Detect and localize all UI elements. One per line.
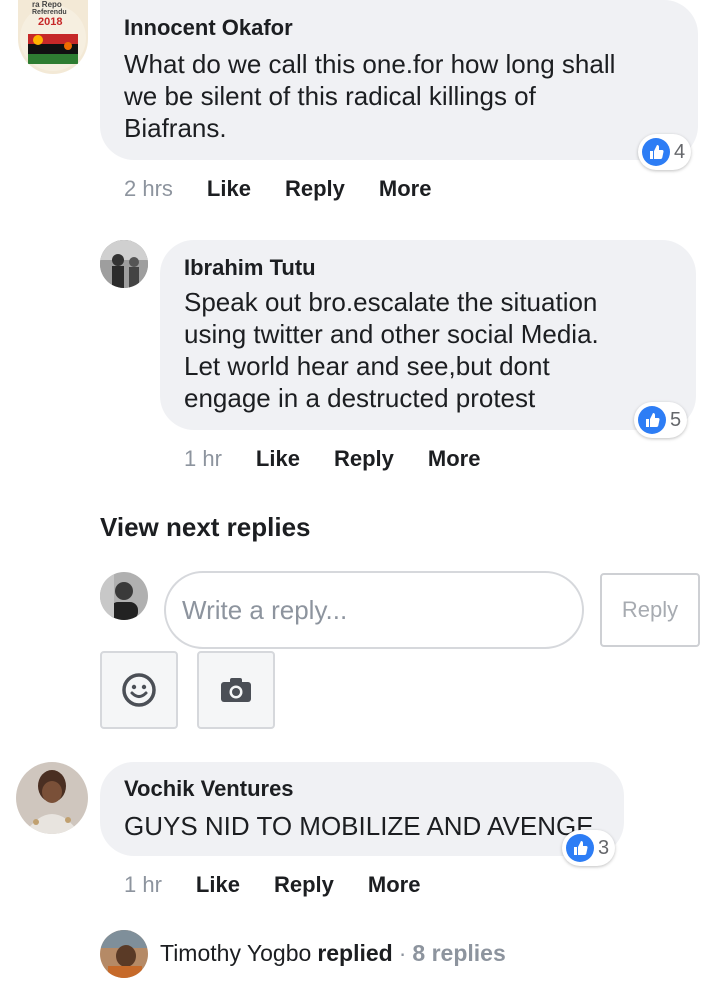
avatar-logo-text-1: ra Repo: [32, 0, 62, 9]
camera-button[interactable]: [197, 651, 275, 729]
like-button[interactable]: Like: [207, 176, 251, 202]
reaction-count: 3: [598, 836, 610, 859]
reaction-badge[interactable]: 3: [562, 830, 616, 866]
timestamp[interactable]: 1 hr: [124, 872, 162, 898]
comment-text: Speak out bro.escalate the situation usi…: [184, 287, 599, 413]
emoji-icon: [122, 673, 156, 707]
comment-author[interactable]: Vochik Ventures: [124, 776, 294, 802]
reply-button[interactable]: Reply: [274, 872, 334, 898]
reply-button[interactable]: Reply: [285, 176, 345, 202]
comment-author[interactable]: Ibrahim Tutu: [184, 255, 316, 281]
timestamp[interactable]: 2 hrs: [124, 176, 173, 202]
summary-action: replied: [317, 940, 393, 966]
reaction-badge[interactable]: 4: [638, 134, 692, 170]
emoji-button[interactable]: [100, 651, 178, 729]
reply-submit-button[interactable]: Reply: [600, 573, 700, 647]
avatar-vochik-ventures[interactable]: [16, 762, 88, 834]
camera-icon: [221, 678, 251, 702]
thumbs-up-icon: [566, 834, 594, 862]
avatar-timothy-yogbo: [100, 930, 148, 978]
more-button[interactable]: More: [379, 176, 432, 202]
comment-author[interactable]: Innocent Okafor: [124, 15, 293, 41]
timestamp[interactable]: 1 hr: [184, 446, 222, 472]
reaction-count: 5: [670, 408, 682, 431]
reply-button[interactable]: Reply: [334, 446, 394, 472]
summary-separator: ·: [398, 940, 407, 966]
summary-count: 8 replies: [412, 940, 506, 966]
reaction-count: 4: [674, 140, 686, 163]
comment-actions: 1 hr Like Reply More: [124, 872, 454, 898]
avatar-ibrahim-tutu[interactable]: [100, 240, 148, 288]
like-button[interactable]: Like: [196, 872, 240, 898]
thumbs-up-icon: [638, 406, 666, 434]
comment-actions: 2 hrs Like Reply More: [124, 176, 465, 202]
thumbs-up-icon: [642, 138, 670, 166]
avatar-innocent-okafor[interactable]: ra Repo Referendu 2018: [18, 0, 88, 74]
avatar-logo-text-3: 2018: [38, 16, 63, 28]
comment-actions: 1 hr Like Reply More: [184, 446, 514, 472]
view-next-replies-link[interactable]: View next replies: [100, 512, 311, 543]
more-button[interactable]: More: [428, 446, 481, 472]
like-button[interactable]: Like: [256, 446, 300, 472]
more-button[interactable]: More: [368, 872, 421, 898]
reaction-badge[interactable]: 5: [634, 402, 688, 438]
current-user-avatar: [100, 572, 148, 620]
comment-text: GUYS NID TO MOBILIZE AND AVENGE: [124, 811, 594, 840]
reply-input[interactable]: Write a reply...: [164, 571, 584, 649]
summary-name: Timothy Yogbo: [160, 940, 312, 966]
comment-text: What do we call this one.for how long sh…: [124, 49, 616, 143]
replies-summary-link[interactable]: Timothy Yogbo replied · 8 replies: [160, 940, 506, 967]
avatar-logo-text-2: Referendu: [32, 9, 67, 16]
